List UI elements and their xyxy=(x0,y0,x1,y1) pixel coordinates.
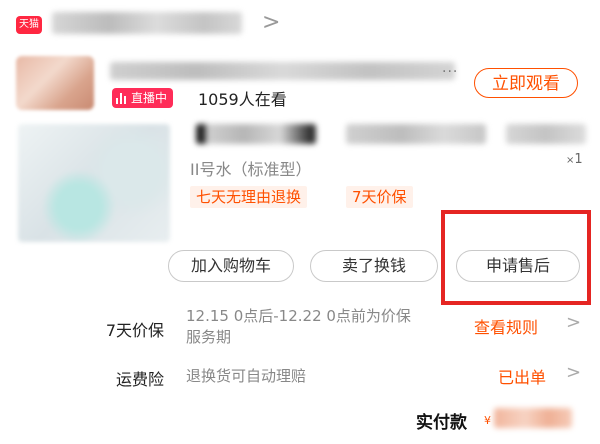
amount-paid-blurred xyxy=(494,408,572,428)
chevron-right-icon[interactable]: > xyxy=(262,10,280,35)
product-quantity: ×1 xyxy=(566,152,583,167)
watch-now-button[interactable]: 立即观看 xyxy=(474,68,578,98)
product-image[interactable] xyxy=(18,124,170,242)
product-title-blurred[interactable] xyxy=(506,124,586,144)
product-title-blurred[interactable] xyxy=(346,124,486,144)
price-protection-period: 12.15 0点后-12.22 0点前为价保服务期 xyxy=(186,307,411,346)
request-after-sales-button[interactable]: 申请售后 xyxy=(456,250,580,282)
add-to-cart-button[interactable]: 加入购物车 xyxy=(168,250,294,282)
shipping-insurance-label: 运费险 xyxy=(115,370,164,389)
store-name-blurred[interactable] xyxy=(52,12,242,34)
live-thumbnail[interactable] xyxy=(16,56,94,110)
chevron-right-icon[interactable]: > xyxy=(566,312,581,333)
chevron-right-icon[interactable]: > xyxy=(566,362,581,383)
amount-paid-label: 实付款 xyxy=(416,413,467,433)
tag-seven-day-return: 七天无理由退换 xyxy=(190,186,308,208)
live-title-ellipsis: ... xyxy=(442,60,459,76)
live-status-badge: 直播中 xyxy=(112,88,174,108)
view-rules-link[interactable]: 查看规则 xyxy=(474,314,538,338)
policy-issued-link[interactable]: 已出单 xyxy=(498,364,546,388)
currency-symbol: ¥ xyxy=(484,414,491,427)
product-spec: II号水（标准型） xyxy=(190,160,312,179)
live-bars-icon xyxy=(116,92,128,104)
price-protection-label: 7天价保 xyxy=(105,321,164,340)
live-badge-label: 直播中 xyxy=(131,91,168,105)
tmall-badge: 天猫 xyxy=(16,16,42,34)
tag-price-protection: 7天价保 xyxy=(346,186,413,208)
sell-for-cash-button[interactable]: 卖了换钱 xyxy=(310,250,438,282)
shipping-insurance-text: 退换货可自动理赔 xyxy=(186,367,307,385)
viewer-count: 1059人在看 xyxy=(198,90,287,109)
live-title-blurred xyxy=(110,62,455,80)
product-title-blurred[interactable] xyxy=(196,124,316,144)
